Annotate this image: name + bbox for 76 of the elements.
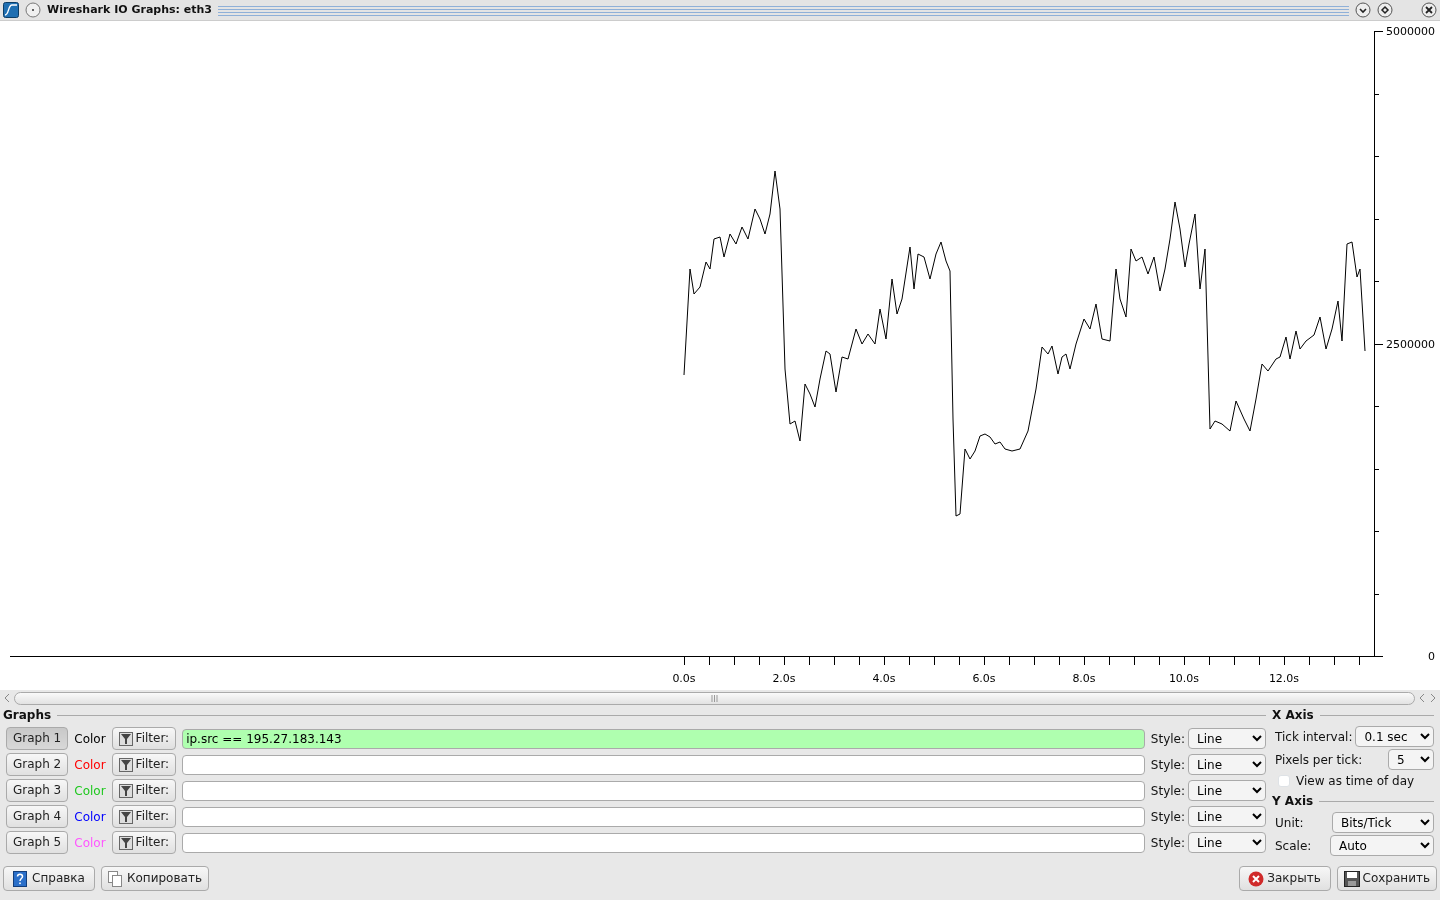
filter-field[interactable] [182,754,1145,775]
style-label: Style: [1150,808,1185,826]
window-title: Wireshark IO Graphs: eth3 [47,1,212,18]
section-title: X Axis [1272,707,1314,724]
graph-button[interactable]: Graph 3 [6,779,69,802]
filter-field[interactable] [182,780,1145,801]
filter-button[interactable]: Filter: [111,727,177,750]
field-label: Scale: [1275,837,1312,855]
style-select[interactable]: Line [1188,780,1266,801]
section-title: Y Axis [1272,793,1314,810]
funnel-icon [118,835,133,850]
filter-button[interactable]: Filter: [111,753,177,776]
pages-icon [108,870,124,887]
x-tick-label: 8.0s [1072,672,1096,685]
checkbox-label: View as time of day [1296,773,1415,790]
style-select[interactable]: Line [1188,806,1266,827]
close-icon [1248,870,1265,887]
color-label: Color [73,730,107,748]
color-label: Color [73,782,107,800]
footer-button[interactable]: Копировать [101,866,209,891]
menu-circle-icon[interactable] [25,2,41,18]
x-tick-label: 4.0s [872,672,896,685]
graph-button[interactable]: Graph 5 [6,831,69,854]
style-label: Style: [1150,782,1185,800]
help-icon [13,870,30,887]
footer-button[interactable]: Закрыть [1238,866,1331,891]
footer-button[interactable]: Сохранить [1336,866,1437,891]
filter-button[interactable]: Filter: [111,831,177,854]
grip-icon [711,694,718,702]
graph-button[interactable]: Graph 2 [6,753,69,776]
value-select[interactable]: Auto [1330,835,1434,856]
filter-field[interactable]: ip.src == 195.27.183.143 [182,728,1145,749]
maximize-icon[interactable] [1377,2,1393,18]
minimize-icon[interactable] [1355,2,1371,18]
value-select[interactable]: 5 [1388,749,1434,770]
x-tick-label: 6.0s [972,672,996,685]
funnel-icon [118,757,133,772]
field-label: Tick interval: [1275,728,1353,746]
time-of-day-checkbox[interactable] [1278,775,1290,787]
style-select[interactable]: Line [1188,832,1266,853]
graph-button[interactable]: Graph 1 [6,727,69,750]
style-label: Style: [1150,756,1185,774]
y-tick-label: 2500000 [1386,337,1435,351]
close-icon[interactable] [1421,2,1437,18]
x-tick-label: 2.0s [772,672,796,685]
scroll-right-icon[interactable] [1429,693,1437,703]
scrollbar-handle[interactable] [14,691,1415,705]
section-title: Graphs [3,707,52,724]
x-tick-label: 12.0s [1268,672,1300,685]
filter-field[interactable] [182,832,1145,853]
color-label: Color [73,808,107,826]
style-select[interactable]: Line [1188,728,1266,749]
scroll-left-icon[interactable] [1418,693,1426,703]
funnel-icon [118,809,133,824]
color-label: Color [73,756,107,774]
y-tick-label: 5000000 [1386,25,1435,38]
field-label: Unit: [1275,814,1304,832]
x-tick-label: 10.0s [1168,672,1200,685]
graph-button[interactable]: Graph 4 [6,805,69,828]
value-select[interactable]: 0.1 sec [1355,726,1434,747]
footer-button[interactable]: Справка [3,866,95,891]
style-select[interactable]: Line [1188,754,1266,775]
filter-button[interactable]: Filter: [111,805,177,828]
funnel-icon [118,783,133,798]
funnel-icon [118,731,133,746]
field-label: Pixels per tick: [1275,751,1363,769]
style-label: Style: [1150,834,1185,852]
scroll-left-icon[interactable] [3,693,11,703]
filter-field[interactable] [182,806,1145,827]
filter-button[interactable]: Filter: [111,779,177,802]
value-select[interactable]: Bits/Tick [1332,812,1434,833]
style-label: Style: [1150,730,1185,748]
app-icon [3,2,19,18]
color-label: Color [73,834,107,852]
y-tick-label: 0 [1428,650,1435,663]
x-tick-label: 0.0s [672,672,696,685]
